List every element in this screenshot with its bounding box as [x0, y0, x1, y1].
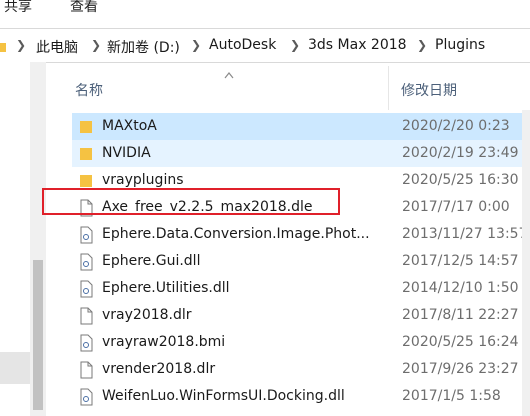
- file-name[interactable]: Ephere.Utilities.dll: [102, 280, 394, 296]
- file-row-weifenluo[interactable]: WeifenLuo.WinFormsUI.Docking.dll 2017/1/…: [72, 383, 530, 410]
- file-row-vrayraw2018[interactable]: vrayraw2018.bmi 2020/5/25 16:24: [72, 329, 530, 356]
- breadcrumb-this-pc[interactable]: 此电脑: [36, 37, 78, 57]
- file-date: 2020/5/25 16:24: [402, 334, 519, 350]
- file-row-ephere-utilities[interactable]: Ephere.Utilities.dll 2014/12/10 1:50: [72, 275, 530, 302]
- folder-icon: [78, 145, 94, 163]
- file-row-ephere-data[interactable]: Ephere.Data.Conversion.Image.Phot... 201…: [72, 221, 530, 248]
- breadcrumb-plugins[interactable]: Plugins: [435, 37, 485, 53]
- file-icon: [78, 361, 94, 379]
- file-date: 2020/2/20 0:23: [402, 118, 510, 134]
- file-name[interactable]: Ephere.Gui.dll: [102, 253, 394, 269]
- file-row-nvidia[interactable]: NVIDIA 2020/2/19 23:49: [72, 140, 530, 167]
- chevron-right-icon[interactable]: ❯: [91, 38, 101, 52]
- file-date: 2014/12/10 1:50: [402, 280, 519, 296]
- tab-share[interactable]: 共享: [4, 0, 32, 14]
- folder-icon: [0, 38, 6, 52]
- ribbon-tabs: 共享 查看: [0, 0, 530, 14]
- address-bar[interactable]: ❯ 此电脑 ❯ 新加卷 (D:) ❯ AutoDesk ❯ 3ds Max 20…: [0, 28, 530, 63]
- file-list-scrollbar[interactable]: [522, 110, 530, 416]
- file-date: 2020/5/25 16:30: [402, 172, 519, 188]
- file-row-ephere-gui[interactable]: Ephere.Gui.dll 2017/12/5 14:57: [72, 248, 530, 275]
- nav-scrollbar-thumb[interactable]: [33, 260, 43, 410]
- chevron-right-icon[interactable]: ❯: [16, 38, 26, 52]
- file-name[interactable]: MAXtoA: [102, 118, 394, 134]
- tab-view[interactable]: 查看: [70, 0, 98, 14]
- file-name[interactable]: NVIDIA: [102, 145, 394, 161]
- file-date: 2017/12/5 14:57: [402, 253, 519, 269]
- column-divider[interactable]: [388, 66, 389, 110]
- file-name[interactable]: vrender2018.dlr: [102, 361, 394, 377]
- breadcrumb-3dsmax[interactable]: 3ds Max 2018: [308, 37, 407, 53]
- dll-file-icon: [78, 226, 94, 244]
- column-header: 名称 修改日期: [48, 62, 530, 110]
- file-row-maxtoa[interactable]: MAXtoA 2020/2/20 0:23: [72, 113, 530, 140]
- file-name[interactable]: WeifenLuo.WinFormsUI.Docking.dll: [102, 388, 394, 404]
- file-date: 2020/2/19 23:49: [402, 145, 519, 161]
- file-date: 2017/1/5 1:58: [402, 388, 501, 404]
- annotation-box: [42, 188, 340, 215]
- nav-item-highlight[interactable]: [0, 352, 30, 384]
- file-date: 2017/7/17 0:00: [402, 199, 510, 215]
- sort-up-icon: [224, 64, 234, 79]
- dll-file-icon: [78, 253, 94, 271]
- file-row-vrender2018[interactable]: vrender2018.dlr 2017/9/26 23:27: [72, 356, 530, 383]
- breadcrumb-autodesk[interactable]: AutoDesk: [209, 37, 276, 53]
- file-date: 2017/8/11 22:27: [402, 307, 519, 323]
- folder-icon: [78, 118, 94, 136]
- column-name-header[interactable]: 名称: [75, 80, 103, 100]
- file-name[interactable]: Ephere.Data.Conversion.Image.Phot...: [102, 226, 394, 242]
- chevron-right-icon[interactable]: ❯: [290, 38, 300, 52]
- file-icon: [78, 307, 94, 325]
- dll-file-icon: [78, 334, 94, 352]
- file-name[interactable]: vrayplugins: [102, 172, 394, 188]
- breadcrumb-volume-d[interactable]: 新加卷 (D:): [107, 37, 180, 57]
- dll-file-icon: [78, 388, 94, 406]
- file-name[interactable]: vrayraw2018.bmi: [102, 334, 394, 350]
- chevron-right-icon[interactable]: ❯: [417, 38, 427, 52]
- column-date-header[interactable]: 修改日期: [401, 80, 457, 100]
- chevron-right-icon[interactable]: ❯: [191, 38, 201, 52]
- file-date: 2017/9/26 23:27: [402, 361, 519, 377]
- file-row-vray2018[interactable]: vray2018.dlr 2017/8/11 22:27: [72, 302, 530, 329]
- file-date: 2013/11/27 13:57: [402, 226, 528, 242]
- file-name[interactable]: vray2018.dlr: [102, 307, 394, 323]
- dll-file-icon: [78, 280, 94, 298]
